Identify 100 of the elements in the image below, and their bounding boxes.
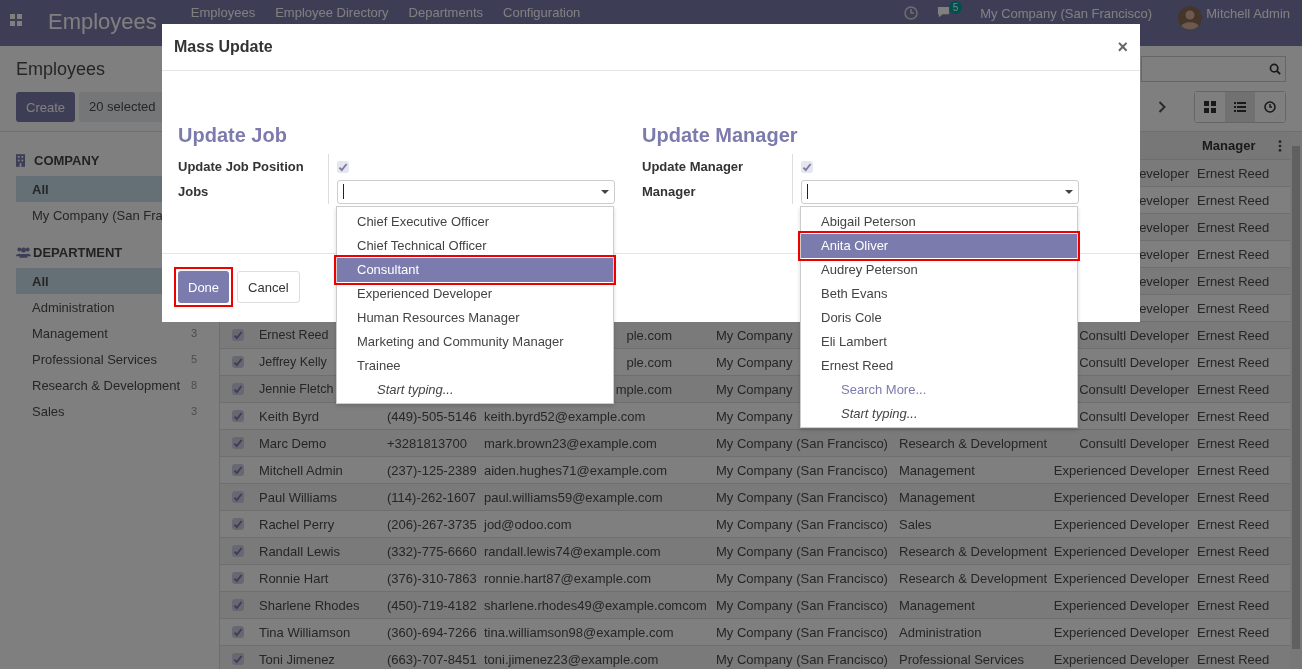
dropdown-option[interactable]: Ernest Reed	[801, 354, 1077, 378]
table-cell: eveloper	[1139, 219, 1189, 235]
column-header[interactable]: Manager	[1198, 138, 1278, 153]
chat-icon[interactable]	[935, 6, 951, 19]
dropdown-option[interactable]: Beth Evans	[801, 282, 1077, 306]
table-cell: jod@odoo.com	[484, 516, 572, 532]
table-cell: My Company (San Francisco)	[716, 624, 888, 640]
row-checkbox[interactable]	[231, 518, 244, 530]
user-menu[interactable]: Mitchell Admin	[1206, 6, 1290, 21]
avatar[interactable]	[1178, 6, 1203, 30]
row-checkbox[interactable]	[231, 653, 244, 665]
table-cell: My Company (San Francisco)	[716, 489, 888, 505]
table-cell: My Company (San Francisco)	[716, 516, 888, 532]
table-cell: Ernest Reed	[1197, 192, 1270, 208]
table-cell: ple.com	[626, 327, 672, 343]
table-cell: My Company	[716, 408, 793, 424]
table-cell: My Company (San Francisco)	[716, 597, 888, 613]
row-checkbox[interactable]	[231, 572, 244, 584]
list-view-button[interactable]	[1225, 92, 1255, 122]
search-field[interactable]	[1141, 56, 1286, 82]
dropdown-field[interactable]	[801, 179, 1079, 204]
table-cell: Ernest Reed	[1197, 624, 1270, 640]
dropdown-option[interactable]: Experienced Developer	[337, 282, 613, 306]
table-cell: My Company (San Francisco)	[716, 651, 888, 667]
table-cell: Consultl Developer	[1079, 408, 1189, 424]
dropdown-option[interactable]: Doris Cole	[801, 306, 1077, 330]
scrollbar[interactable]	[1290, 132, 1302, 669]
dropdown-option[interactable]: Trainee	[337, 354, 613, 378]
table-cell: Sales	[899, 516, 932, 532]
table-cell: +3281813700	[387, 435, 467, 451]
table-cell: Ernest Reed	[1197, 300, 1270, 316]
dialog-title: Mass Update	[174, 38, 273, 56]
row-checkbox[interactable]	[231, 599, 244, 611]
table-cell: eveloper	[1139, 273, 1189, 289]
next-page-icon[interactable]	[1158, 101, 1166, 113]
table-cell: Consultl Developer	[1079, 354, 1189, 370]
table-cell: Experienced Developer	[1053, 570, 1189, 586]
row-checkbox[interactable]	[231, 410, 244, 422]
dropdown-field[interactable]	[337, 179, 615, 204]
list-icon	[1234, 101, 1246, 113]
table-cell: Jeffrey Kelly	[259, 355, 327, 369]
table-cell: keith.byrd52@example.com	[484, 408, 646, 424]
dropdown-option[interactable]: Eli Lambert	[801, 330, 1077, 354]
table-cell: My Company (San Francisco)	[716, 570, 888, 586]
search-more-link[interactable]: Search More...	[801, 378, 1077, 402]
table-cell: Ernest Reed	[1197, 327, 1270, 343]
close-button[interactable]: ×	[1117, 36, 1128, 58]
caret-icon	[1065, 189, 1073, 194]
table-cell: eveloper	[1139, 300, 1189, 316]
table-cell: Management	[899, 489, 975, 505]
search-icon[interactable]	[1269, 63, 1281, 75]
clock-icon[interactable]	[903, 6, 918, 20]
dropdown-option[interactable]: Chief Technical Officer	[337, 234, 613, 258]
company-switcher[interactable]: My Company (San Francisco)	[980, 6, 1153, 21]
table-cell: My Company (San Francisco)	[716, 543, 888, 559]
table-cell: Rachel Perry	[259, 516, 335, 532]
table-cell: Experienced Developer	[1053, 624, 1189, 640]
table-cell: eveloper	[1139, 192, 1189, 208]
row-checkbox[interactable]	[231, 545, 244, 557]
message-count-badge: 5	[948, 1, 963, 14]
field-label: Jobs	[178, 179, 329, 204]
cancel-button[interactable]: Cancel	[237, 271, 300, 303]
table-cell: Mitchell Admin	[259, 462, 343, 478]
dropdown-option[interactable]: Anita Oliver	[801, 234, 1077, 258]
table-cell: My Company (San Francisco)	[716, 462, 888, 478]
dropdown-option[interactable]: Marketing and Community Manager	[337, 330, 613, 354]
checkbox[interactable]	[801, 160, 813, 173]
dropdown-option[interactable]: Human Resources Manager	[337, 306, 613, 330]
table-cell: (332)-775-6660	[387, 543, 477, 559]
section-title: Update Job	[178, 124, 288, 148]
filter-group-title: DEPARTMENT	[33, 244, 123, 260]
grid-icon	[1204, 101, 1216, 113]
row-checkbox[interactable]	[231, 464, 244, 476]
dropdown-option[interactable]: Chief Executive Officer	[337, 210, 613, 234]
menu-item[interactable]: Employees	[190, 5, 256, 20]
dropdown-option[interactable]: Audrey Peterson	[801, 258, 1077, 282]
dropdown-option[interactable]: Consultant	[337, 258, 613, 282]
table-cell: (449)-505-5146	[387, 408, 477, 424]
table-cell: Ernest Reed	[1197, 354, 1270, 370]
menu-item[interactable]: Configuration	[503, 5, 581, 20]
dropdown-option[interactable]: Abigail Peterson	[801, 210, 1077, 234]
table-cell: (114)-262-1607	[387, 489, 476, 505]
row-checkbox[interactable]	[231, 626, 244, 638]
row-checkbox[interactable]	[231, 383, 244, 395]
row-checkbox[interactable]	[231, 356, 244, 368]
table-cell: Experienced Developer	[1053, 516, 1189, 532]
table-cell: Ernest Reed	[1197, 246, 1270, 262]
menu-item[interactable]: Employee Directory	[275, 5, 389, 20]
table-cell: Experienced Developer	[1053, 597, 1189, 613]
row-checkbox[interactable]	[231, 491, 244, 503]
done-button[interactable]: Done	[178, 271, 230, 303]
checkbox[interactable]	[337, 160, 349, 173]
apps-grid-icon[interactable]	[10, 14, 22, 26]
row-checkbox[interactable]	[231, 329, 244, 341]
table-cell: Ernest Reed	[1197, 165, 1270, 181]
table-cell: Ernest Reed	[1197, 570, 1270, 586]
menu-item[interactable]: Departments	[408, 5, 483, 20]
row-checkbox[interactable]	[231, 437, 244, 449]
column-options-icon[interactable]	[1278, 139, 1282, 152]
create-button[interactable]: Create	[16, 92, 76, 122]
